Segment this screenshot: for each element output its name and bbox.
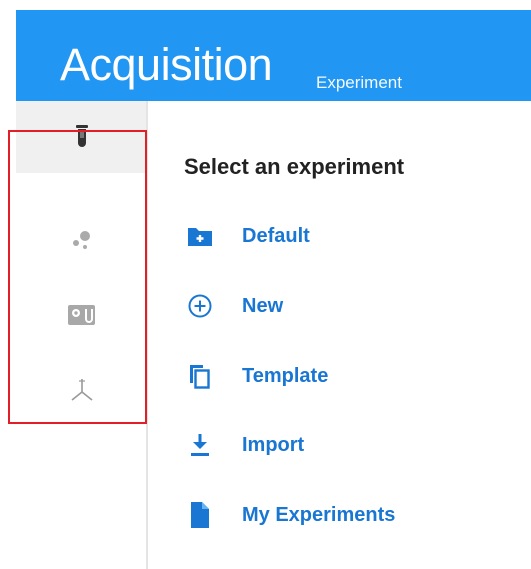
import-icon — [182, 427, 218, 463]
file-icon — [182, 497, 218, 533]
page-title: Select an experiment — [184, 154, 405, 179]
menu-item-label: Template — [242, 364, 329, 387]
menu-item-new[interactable]: New — [182, 286, 502, 326]
folder-plus-icon — [182, 218, 218, 254]
menu-item-label: Default — [242, 224, 310, 247]
app-subtitle: Experiment — [316, 73, 402, 92]
app-header: Acquisition Experiment — [16, 10, 531, 101]
copy-icon — [182, 358, 218, 394]
menu-item-my-experiments[interactable]: My Experiments — [182, 495, 502, 535]
menu-item-label: My Experiments — [242, 503, 396, 526]
menu-item-label: Import — [242, 433, 305, 456]
menu-item-template[interactable]: Template — [182, 356, 502, 396]
menu-item-default[interactable]: Default — [182, 216, 502, 256]
sidebar-highlight-box — [8, 130, 147, 424]
menu-item-label: New — [242, 294, 284, 317]
circle-plus-icon — [182, 288, 218, 324]
app-title: Acquisition — [60, 39, 273, 90]
menu-item-import[interactable]: Import — [182, 425, 502, 465]
